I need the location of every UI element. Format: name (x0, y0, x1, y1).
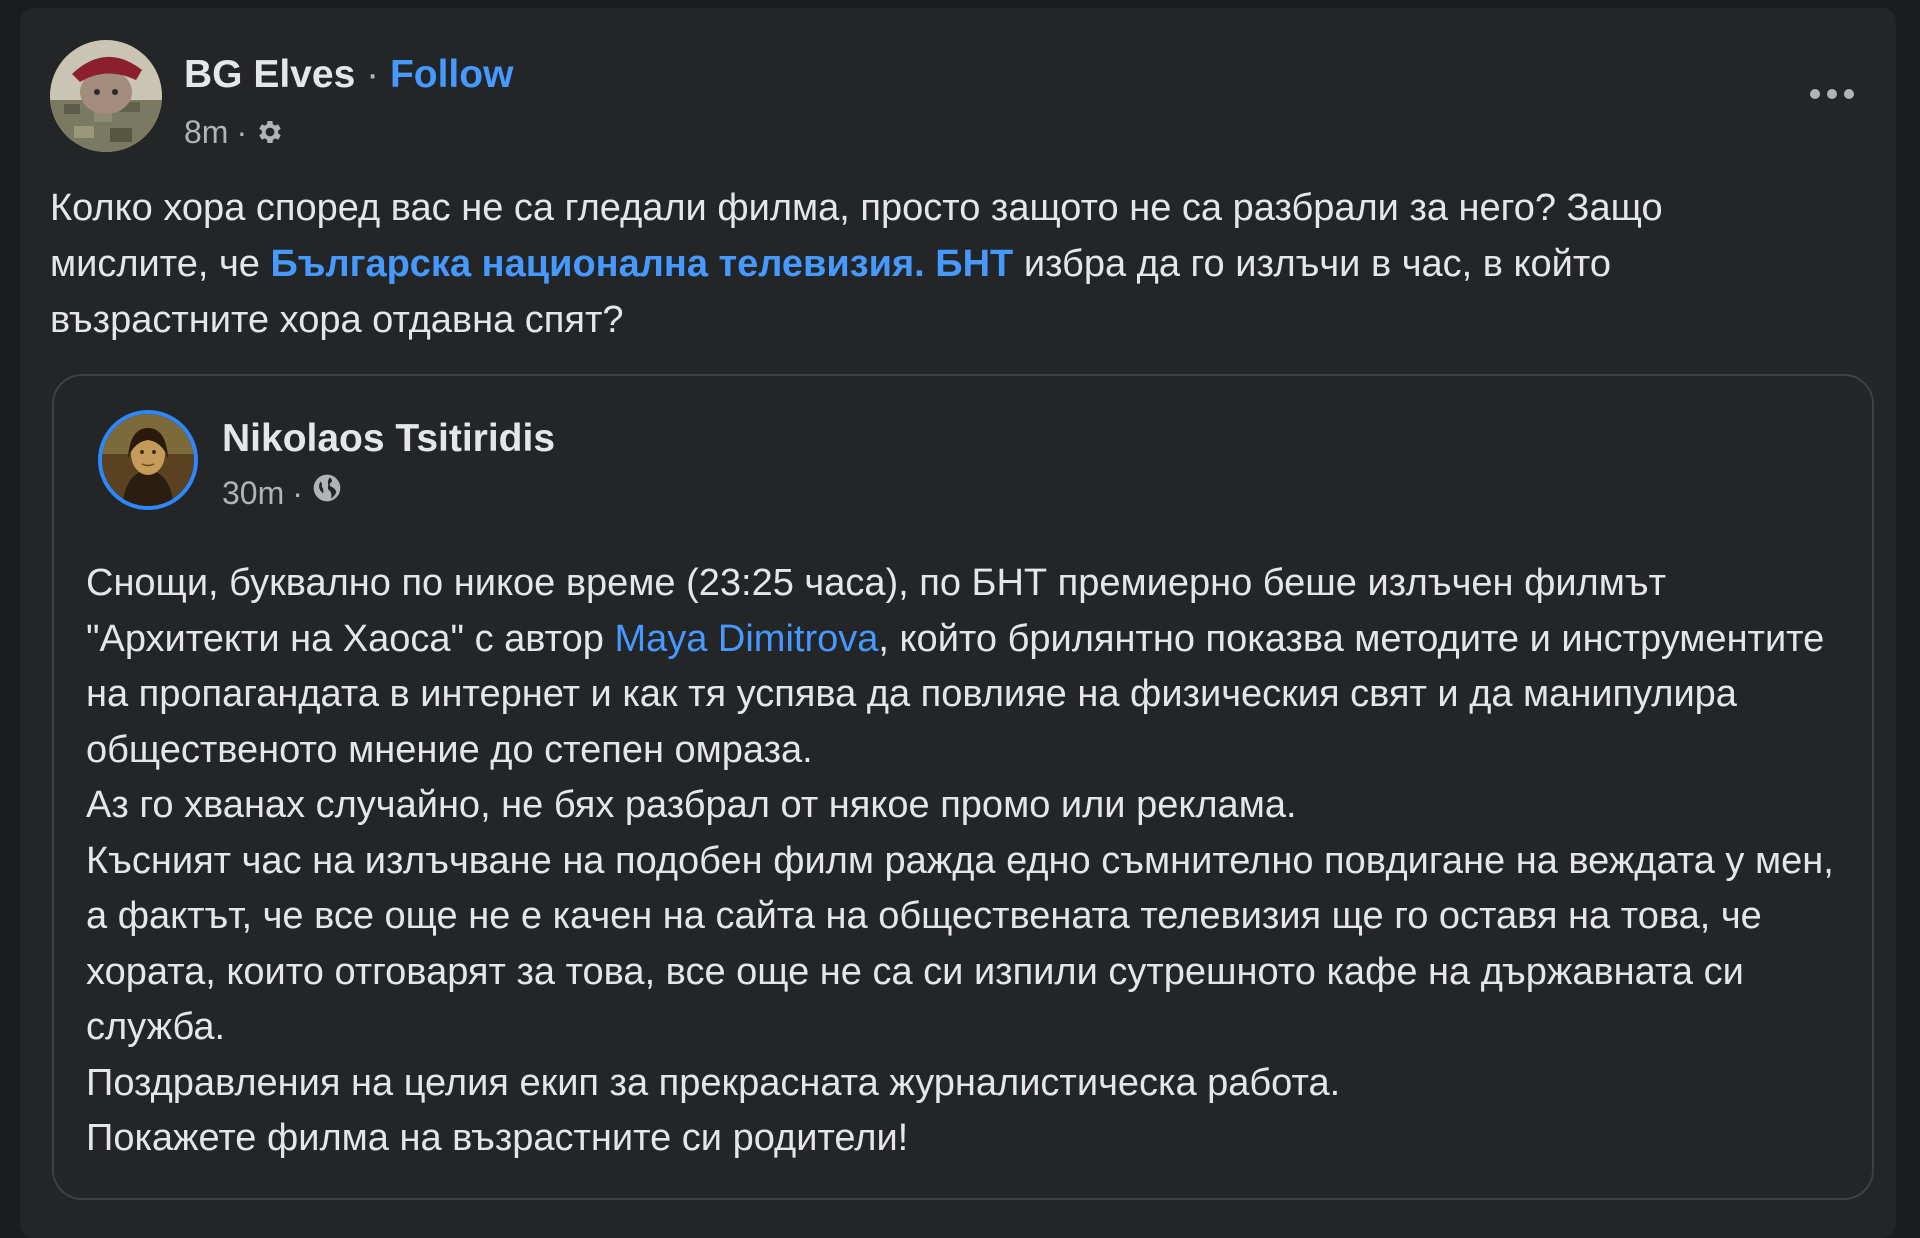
post-meta: 8m · (184, 112, 285, 152)
author-avatar[interactable] (50, 40, 162, 152)
page-mention-link[interactable]: Българска национална телевизия. БНТ (270, 243, 1013, 285)
gear-icon[interactable] (255, 117, 285, 147)
shared-post-card[interactable]: Nikolaos Tsitiridis 30m · Снощи, буквалн… (52, 374, 1874, 1200)
shared-author-avatar[interactable] (98, 410, 198, 510)
meta-separator: · (236, 114, 248, 150)
shared-paragraph: Покажете филма на възрастните си родител… (86, 1117, 909, 1159)
post-time[interactable]: 8m (184, 112, 228, 152)
author-name[interactable]: BG Elves (184, 53, 355, 96)
follow-button[interactable]: Follow (390, 53, 513, 96)
shared-paragraph: Поздравления на целия екип за прекраснат… (86, 1061, 1341, 1104)
post-card: BG Elves · Follow 8m · Колко хора според… (20, 8, 1896, 1238)
shared-post-time[interactable]: 30m (222, 473, 284, 513)
shared-post-meta: 30m · (222, 472, 343, 513)
post-text: Колко хора според вас не са гледали филм… (50, 180, 1830, 348)
shared-paragraph: Късният час на излъчване на подобен филм… (86, 839, 1834, 1049)
meta-separator: · (292, 474, 303, 511)
globe-icon[interactable] (311, 472, 343, 513)
shared-paragraph: Аз го хванах случайно, не бях разбрал от… (86, 784, 1297, 826)
shared-paragraph: Снощи, буквално по никое време (23:25 ча… (86, 556, 1856, 778)
more-options-icon (1809, 87, 1855, 105)
author-separator: · (366, 53, 380, 96)
shared-post-text: Снощи, буквално по никое време (23:25 ча… (86, 556, 1856, 1167)
author-line: BG Elves · Follow (184, 52, 513, 98)
person-mention-link[interactable]: Maya Dimitrova (614, 618, 878, 660)
post-header: BG Elves · Follow 8m · (50, 40, 1866, 160)
more-options-button[interactable] (1802, 76, 1862, 116)
shared-author-name[interactable]: Nikolaos Tsitiridis (222, 416, 555, 462)
